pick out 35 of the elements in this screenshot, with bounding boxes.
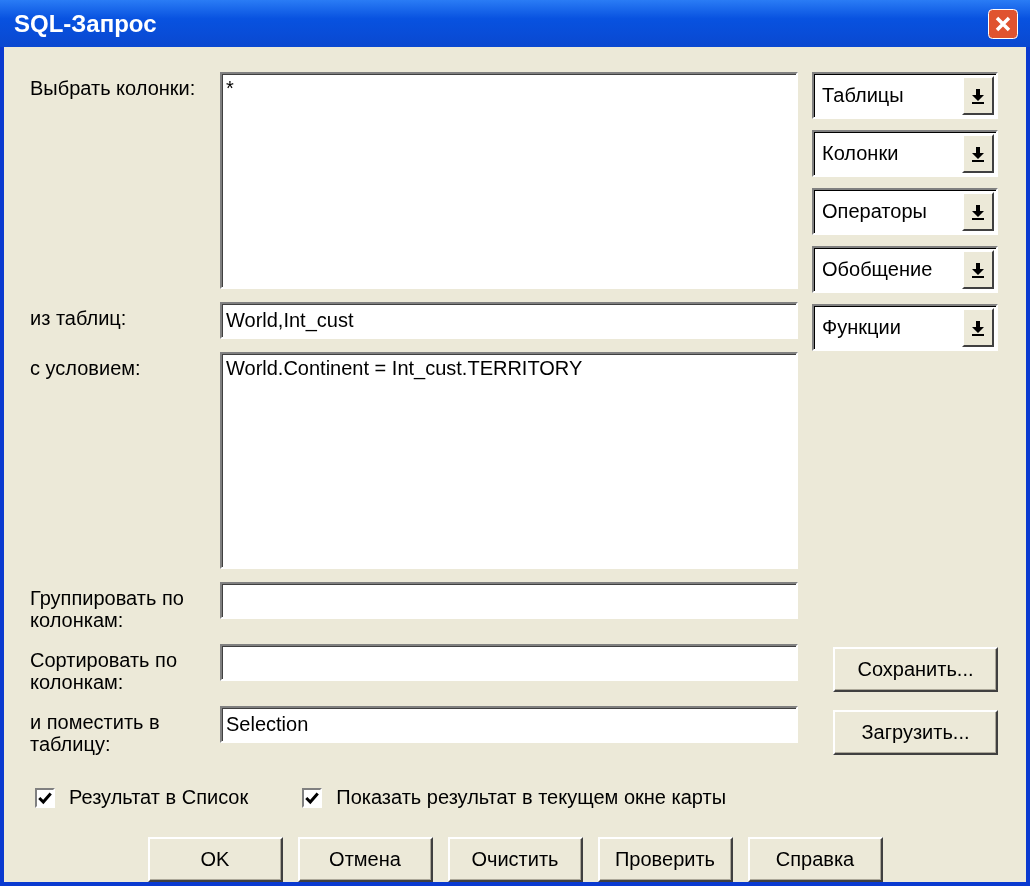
dropdown[interactable]: Функции [812, 304, 998, 351]
checkbox-option[interactable]: Показать результат в текущем окне карты [302, 786, 726, 809]
close-icon[interactable] [988, 8, 1018, 39]
dropdown[interactable]: Обобщение [812, 246, 998, 293]
checkbox-option[interactable]: Результат в Список [35, 786, 249, 809]
text-area[interactable]: * [220, 72, 798, 289]
input-field[interactable]: World,Int_cust [220, 302, 798, 339]
field-label: из таблиц: [30, 306, 128, 331]
dropdown[interactable]: Таблицы [812, 72, 998, 119]
down-arrow-icon [971, 319, 985, 336]
down-arrow-icon [971, 203, 985, 220]
dialog-button[interactable]: Проверить [597, 837, 733, 882]
dialog-button[interactable]: Справка [747, 837, 883, 882]
dropdown[interactable]: Операторы [812, 188, 998, 235]
dialog-button[interactable]: Отмена [297, 837, 433, 882]
field-label: Сортировать по колонкам: [30, 648, 178, 693]
dropdown[interactable]: Колонки [812, 130, 998, 177]
input-field[interactable]: Selection [220, 706, 798, 743]
down-arrow-icon [971, 261, 985, 278]
down-arrow-icon [971, 145, 985, 162]
checkbox[interactable] [302, 787, 323, 808]
dialog-button[interactable]: Очистить [447, 837, 583, 882]
field-label: Группировать по колонкам: [30, 586, 185, 631]
input-field[interactable] [220, 644, 798, 681]
checkbox[interactable] [35, 787, 55, 808]
text-area[interactable]: World.Continent = Int_cust.TERRITORY [220, 352, 798, 569]
dialog-button[interactable]: Сохранить... [833, 647, 998, 692]
input-field[interactable] [220, 582, 798, 619]
window-title: SQL-Запрос [14, 9, 157, 38]
down-arrow-icon [971, 87, 985, 104]
field-label: и поместить в таблицу: [30, 710, 161, 755]
dialog-button[interactable]: OK [147, 837, 283, 882]
field-label: Выбрать колонки: [30, 76, 197, 101]
field-label: с условием: [30, 356, 142, 381]
dialog-button[interactable]: Загрузить... [833, 710, 998, 755]
